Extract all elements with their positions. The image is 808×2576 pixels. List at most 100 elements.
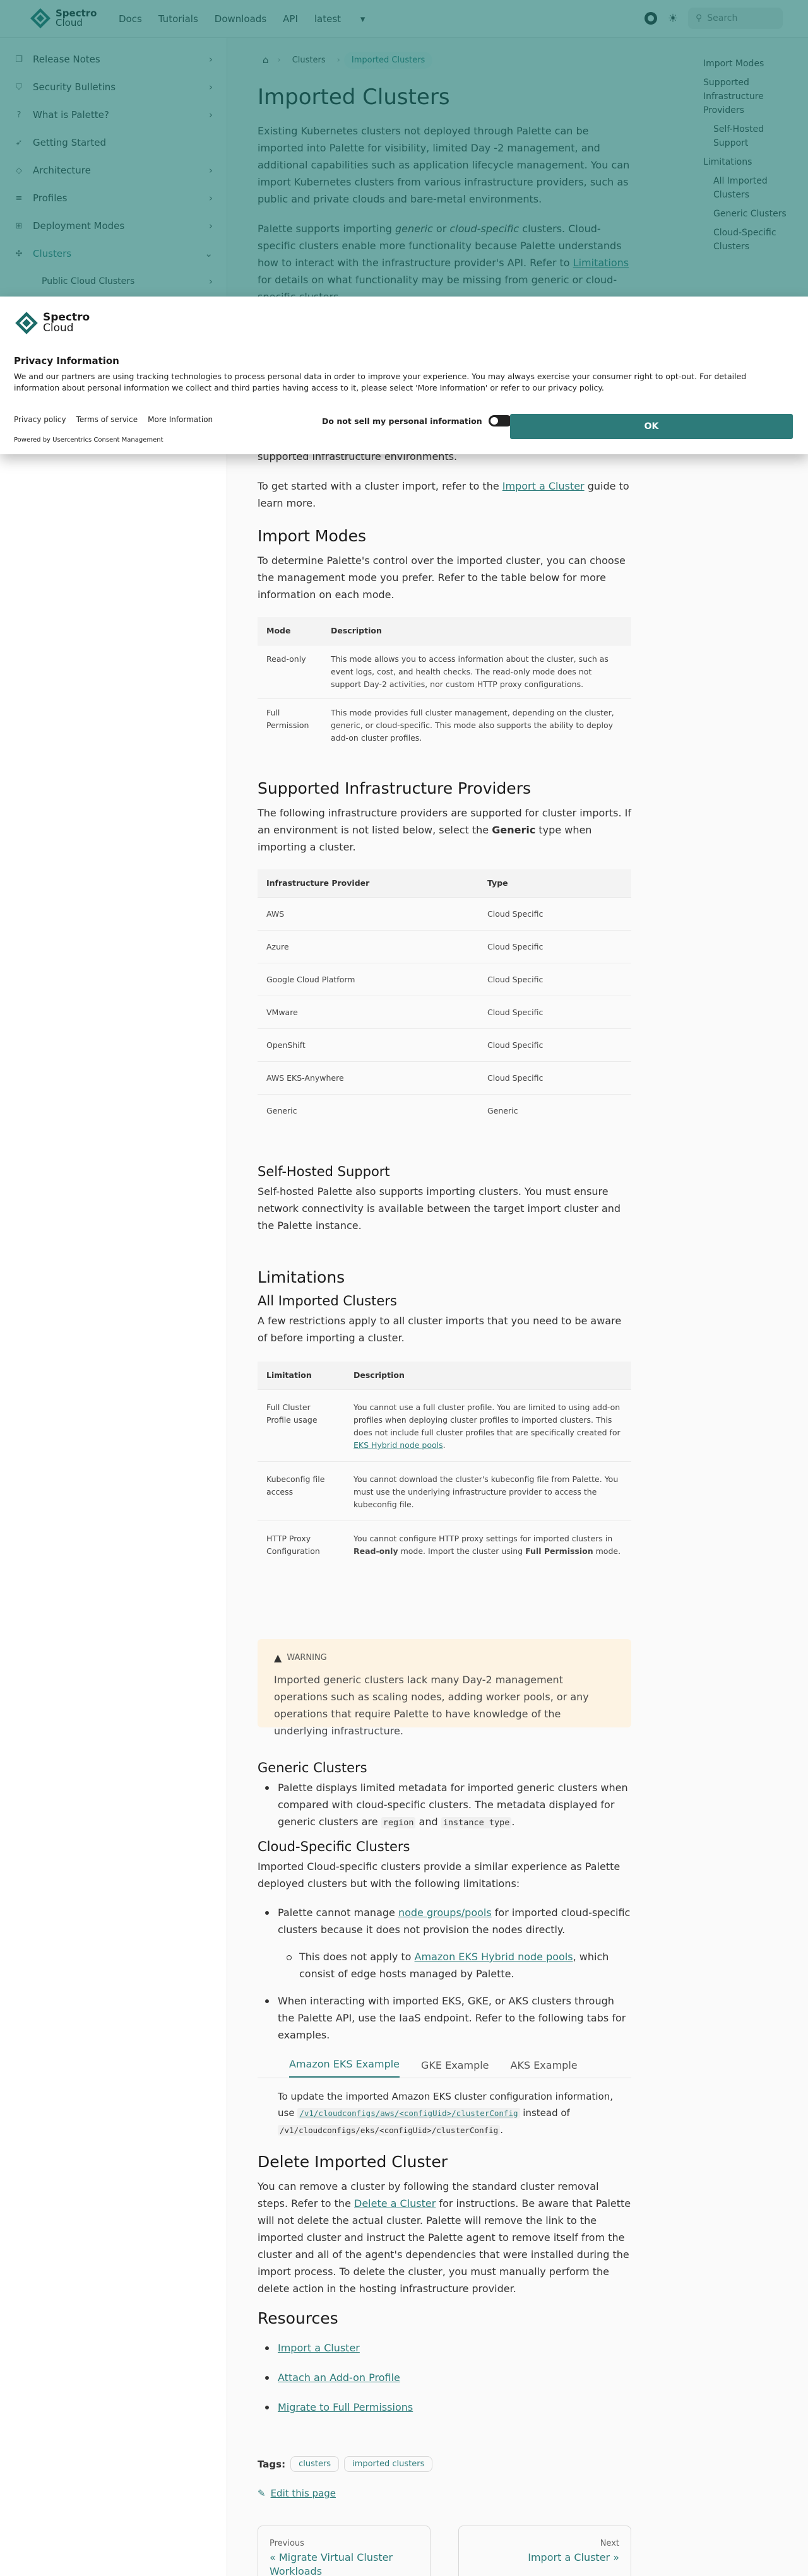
- layers-icon: ≡: [15, 193, 23, 203]
- resource-attach-addon-link[interactable]: Attach an Add-on Profile: [278, 2372, 400, 2384]
- resource-import-cluster-link[interactable]: Import a Cluster: [278, 2342, 360, 2354]
- sidebar-item-what-is-palette[interactable]: ? What is Palette? ›: [0, 101, 227, 129]
- cloud-specific-text: Imported Cloud-specific clusters provide…: [258, 1861, 621, 1890]
- do-not-sell-toggle[interactable]: Do not sell my personal information: [322, 415, 513, 426]
- text: When interacting with imported EKS, GKE,…: [278, 1995, 626, 2041]
- privacy-policy-link[interactable]: Privacy policy: [14, 415, 66, 424]
- cluster-icon: ✣: [15, 249, 23, 259]
- toc-import-modes[interactable]: Import Modes: [703, 57, 792, 71]
- text: .: [511, 1816, 515, 1828]
- text-emphasis: generic: [395, 223, 433, 235]
- edit-page[interactable]: ✎ Edit this page: [258, 2488, 336, 2499]
- tag-clusters[interactable]: clusters: [290, 2456, 340, 2472]
- table-row: OpenShift Cloud Specific: [258, 1028, 631, 1062]
- text: This does not apply to: [299, 1951, 415, 1963]
- github-icon[interactable]: [644, 11, 658, 25]
- sidebar-item-public-cloud-clusters[interactable]: Public Cloud Clusters ›: [0, 268, 227, 295]
- toc-limitations[interactable]: Limitations: [703, 155, 792, 169]
- sidebar-item-security-bulletins[interactable]: ⛉ Security Bulletins ›: [0, 73, 227, 101]
- aws-config-code-link[interactable]: /v1/cloudconfigs/aws/<configUid>/cluster…: [297, 2107, 520, 2119]
- toc-self-hosted[interactable]: Self-Hosted Support: [703, 122, 792, 150]
- nav-docs[interactable]: Docs: [119, 13, 142, 25]
- table-cell: AWS: [258, 897, 478, 931]
- pager-previous-title: « Migrate Virtual Cluster Workloads: [270, 2551, 393, 2576]
- search-box[interactable]: ⚲ Search: [688, 8, 783, 29]
- toc-generic-clusters[interactable]: Generic Clusters: [703, 207, 792, 221]
- table-cell: Google Cloud Platform: [258, 963, 478, 996]
- table-row: Full Cluster Profile usage You cannot use…: [258, 1389, 631, 1462]
- main-content: ⌂ › Clusters › Imported Clusters Imported …: [258, 38, 631, 2576]
- pager-previous[interactable]: Previous « Migrate Virtual Cluster Workl…: [258, 2526, 431, 2576]
- chevron-right-icon[interactable]: ›: [209, 165, 213, 176]
- chevron-right-icon[interactable]: ›: [209, 54, 213, 65]
- eks-hybrid-node-pools-link[interactable]: Amazon EKS Hybrid node pools: [415, 1951, 573, 1963]
- sidebar-item-architecture[interactable]: ◇ Architecture ›: [0, 156, 227, 184]
- resource-migrate-permissions-link[interactable]: Migrate to Full Permissions: [278, 2401, 413, 2413]
- chevron-right-icon[interactable]: ›: [209, 276, 213, 287]
- consent-banner: Spectro Cloud Privacy Information We and …: [0, 297, 808, 454]
- sidebar-item-release-notes[interactable]: ❐ Release Notes ›: [0, 45, 227, 73]
- sidebar-item-label: Architecture: [33, 165, 91, 176]
- toc-supported-providers[interactable]: Supported Infrastructure Providers: [703, 76, 792, 117]
- delete-cluster-link[interactable]: Delete a Cluster: [354, 2197, 436, 2209]
- toc-cloud-specific[interactable]: Cloud-Specific Clusters: [703, 226, 792, 254]
- toggle-knob: [490, 417, 498, 425]
- consent-title: Privacy Information: [14, 355, 119, 367]
- list-item: Migrate to Full Permissions: [258, 2399, 631, 2416]
- terms-of-service-link[interactable]: Terms of service: [76, 415, 138, 424]
- nav-downloads[interactable]: Downloads: [215, 13, 266, 25]
- chevron-right-icon[interactable]: ›: [209, 81, 213, 93]
- eks-hybrid-link[interactable]: EKS Hybrid node pools: [354, 1440, 443, 1450]
- brand-logo[interactable]: Spectro Cloud: [29, 7, 97, 30]
- consent-links: Privacy policy Terms of service More Inf…: [14, 415, 213, 424]
- import-cluster-link[interactable]: Import a Cluster: [502, 480, 585, 492]
- toc-all-imported[interactable]: All Imported Clusters: [703, 174, 792, 202]
- table-header: Description: [345, 1362, 631, 1390]
- pager-next[interactable]: Next Import a Cluster »: [458, 2526, 631, 2576]
- delete-text: You can remove a cluster by following th…: [258, 2178, 631, 2297]
- breadcrumb-clusters[interactable]: Clusters: [285, 52, 333, 69]
- warning-text: Imported generic clusters lack many Day-…: [274, 1674, 589, 1737]
- chevron-right-icon[interactable]: ›: [209, 220, 213, 232]
- chevron-down-icon[interactable]: ⌄: [205, 248, 213, 259]
- nav-api[interactable]: API: [283, 13, 298, 25]
- generic-list: Palette displays limited metadata for im…: [258, 1779, 631, 1839]
- tab-aks[interactable]: AKS Example: [511, 2059, 578, 2078]
- list-item: Palette cannot manage node groups/pools …: [258, 1904, 631, 1938]
- version-dropdown[interactable]: latest ▾: [314, 13, 381, 25]
- theme-toggle-sun-icon[interactable]: ☀: [668, 12, 678, 25]
- consent-ok-button[interactable]: OK: [510, 414, 793, 439]
- table-cell: Cloud Specific: [478, 897, 631, 931]
- inline-code: region: [381, 1817, 416, 1828]
- section-delete-imported: Delete Imported Cluster: [258, 2153, 448, 2171]
- tag-imported-clusters[interactable]: imported clusters: [344, 2456, 433, 2472]
- sidebar-item-profiles[interactable]: ≡ Profiles ›: [0, 184, 227, 212]
- table-row: VMware Cloud Specific: [258, 996, 631, 1029]
- sidebar-item-label: Security Bulletins: [33, 81, 116, 93]
- list-item: This does not apply to Amazon EKS Hybrid…: [258, 1948, 631, 1982]
- table-cell: VMware: [258, 996, 478, 1029]
- node-groups-link[interactable]: node groups/pools: [398, 1907, 492, 1919]
- import-modes-text: To determine Palette's control over the …: [258, 555, 626, 601]
- pager-previous-label: Previous: [270, 2539, 304, 2548]
- limitations-link[interactable]: Limitations: [573, 257, 629, 269]
- list-item: Attach an Add-on Profile: [258, 2369, 631, 2386]
- nav-tutorials[interactable]: Tutorials: [158, 13, 198, 25]
- home-icon[interactable]: ⌂: [258, 50, 274, 69]
- toggle-switch[interactable]: [488, 415, 513, 426]
- providers-text: The following infrastructure providers a…: [258, 804, 631, 856]
- inline-code: instance type: [441, 1817, 512, 1828]
- chevron-right-icon[interactable]: ›: [209, 192, 213, 204]
- breadcrumb-separator: ›: [277, 55, 281, 65]
- table-row: Generic Generic: [258, 1094, 631, 1127]
- more-information-link[interactable]: More Information: [148, 415, 213, 424]
- chevron-right-icon[interactable]: ›: [209, 109, 213, 121]
- sidebar-item-deployment-modes[interactable]: ⊞ Deployment Modes ›: [0, 212, 227, 240]
- warning-triangle-icon: ▲: [274, 1652, 282, 1664]
- sidebar-item-clusters[interactable]: ✣ Clusters ⌄: [0, 240, 227, 268]
- tab-gke[interactable]: GKE Example: [421, 2059, 489, 2078]
- tab-amazon-eks[interactable]: Amazon EKS Example: [289, 2058, 400, 2078]
- brand-bottom: Cloud: [56, 17, 83, 28]
- sidebar-item-getting-started[interactable]: ➶ Getting Started: [0, 129, 227, 156]
- section-generic-clusters: Generic Clusters: [258, 1760, 367, 1775]
